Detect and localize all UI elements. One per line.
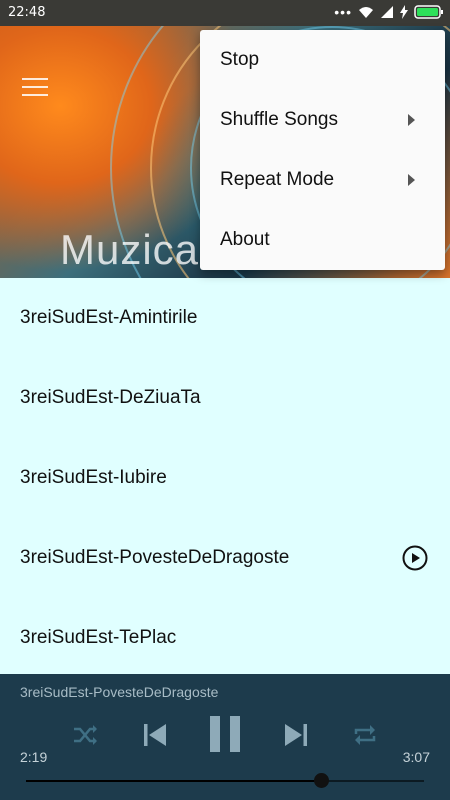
now-playing-title: 3reiSudEst-PovesteDeDragoste [20,684,219,700]
song-item[interactable]: 3reiSudEst-TePlac [0,598,450,678]
status-icons: ••• [334,4,444,20]
song-title: 3reiSudEst-PovesteDeDragoste [20,547,290,568]
seek-bar[interactable] [26,773,424,788]
song-title: 3reiSudEst-Amintirile [20,307,198,328]
menu-item-repeat-mode[interactable]: Repeat Mode [200,150,445,210]
more-dots-icon: ••• [334,4,352,20]
menu-item-label: About [220,229,270,250]
menu-item-label: Stop [220,49,260,70]
app-title: Muzica [60,226,200,273]
seek-progress [26,780,321,782]
signal-icon [381,6,393,18]
wifi-icon [359,7,373,18]
repeat-icon[interactable] [350,720,380,750]
previous-icon[interactable] [140,720,170,750]
next-icon[interactable] [281,720,311,750]
submenu-arrow-icon [408,174,415,186]
song-title: 3reiSudEst-TePlac [20,627,177,648]
menu-item-label: Shuffle Songs [220,109,338,130]
song-item[interactable]: 3reiSudEst-Iubire [0,438,450,518]
menu-item-shuffle-songs[interactable]: Shuffle Songs [200,90,445,150]
total-duration: 3:07 [402,749,430,765]
status-time: 22:48 [8,5,46,20]
menu-item-about[interactable]: About [200,210,445,270]
menu-item-label: Repeat Mode [220,169,335,190]
player-bar: 3reiSudEst-PovesteDeDragoste 2:19 3:07 [0,674,450,800]
overflow-menu: Stop Shuffle Songs Repeat Mode About [200,30,445,270]
menu-icon[interactable] [22,78,48,96]
song-title: 3reiSudEst-Iubire [20,467,167,488]
play-circle-icon[interactable] [402,545,428,571]
elapsed-time: 2:19 [20,749,48,765]
status-bar: 22:48 ••• [0,0,450,26]
song-list: 3reiSudEst-Amintirile 3reiSudEst-DeZiuaT… [0,278,450,674]
seek-thumb[interactable] [313,773,329,788]
pause-icon[interactable] [206,714,244,754]
song-item-playing[interactable]: 3reiSudEst-PovesteDeDragoste [0,518,450,598]
submenu-arrow-icon [408,114,415,126]
song-title: 3reiSudEst-DeZiuaTa [20,387,201,408]
charging-icon [400,5,408,19]
battery-icon [414,5,443,19]
song-item[interactable]: 3reiSudEst-DeZiuaTa [0,358,450,438]
song-item[interactable]: 3reiSudEst-Amintirile [0,278,450,358]
menu-item-stop[interactable]: Stop [200,30,445,90]
shuffle-icon[interactable] [70,720,100,750]
